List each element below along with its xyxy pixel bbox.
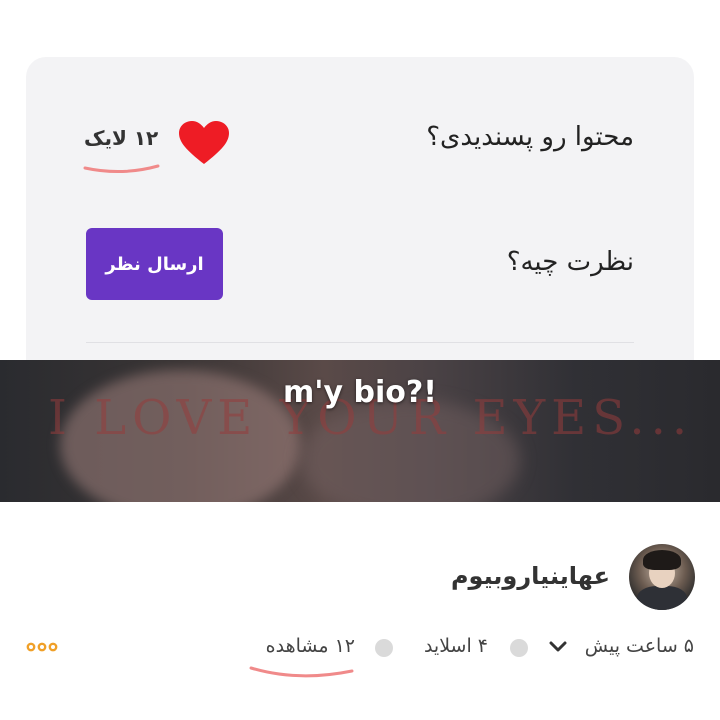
comment-question: نظرت چیه؟: [506, 247, 634, 277]
banner-title: m'y bio?!: [283, 375, 437, 410]
view-count: ۱۲ مشاهده: [265, 635, 355, 657]
heart-icon[interactable]: [178, 120, 230, 166]
more-options-icon[interactable]: [26, 640, 58, 654]
like-count: ۱۲ لایک: [84, 126, 159, 150]
chevron-down-icon[interactable]: [549, 640, 567, 654]
slide-count: ۴ اسلاید: [423, 635, 488, 657]
annotation-underline: [83, 164, 160, 174]
username[interactable]: عهاینیاروبیوم: [451, 562, 610, 590]
avatar[interactable]: [629, 544, 695, 610]
separator-dot: [375, 639, 393, 657]
send-comment-button[interactable]: ارسال نظر: [86, 228, 223, 300]
annotation-underline: [249, 666, 354, 678]
divider: [86, 342, 634, 343]
separator-dot: [510, 639, 528, 657]
avatar-body: [637, 586, 687, 610]
feedback-card: [26, 57, 694, 387]
post-time: ۵ ساعت پیش: [584, 635, 694, 657]
avatar-hair: [643, 550, 681, 570]
like-question: محتوا رو پسندیدی؟: [426, 122, 634, 152]
